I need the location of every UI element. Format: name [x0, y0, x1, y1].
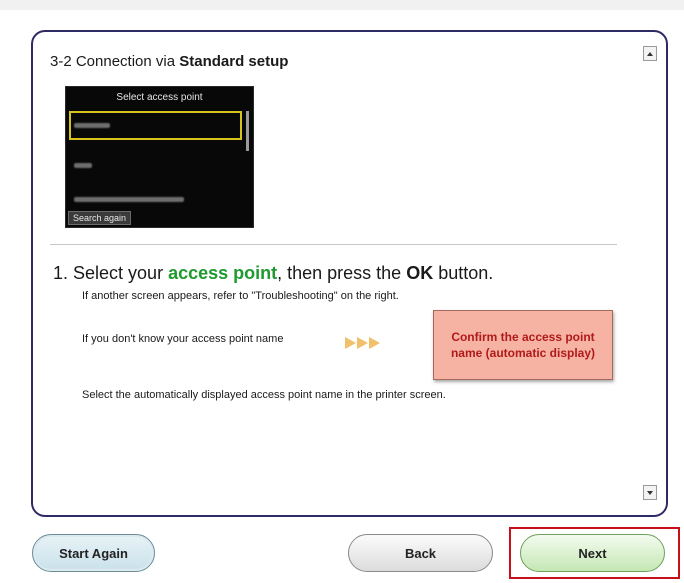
top-strip	[0, 0, 684, 10]
arrow-up-icon	[647, 51, 653, 56]
instruction-number: 1.	[53, 263, 74, 283]
instruction-mid: , then press the	[277, 263, 407, 283]
blurred-network-2	[74, 163, 92, 168]
back-button[interactable]: Back	[348, 534, 493, 572]
divider	[50, 244, 617, 245]
content-panel: 3-2 Connection via Standard setup Select…	[31, 30, 668, 517]
step-title: 3-2 Connection via Standard setup	[50, 53, 288, 70]
step-title-bold: Standard setup	[179, 53, 289, 70]
arrow-right-icon	[357, 337, 368, 349]
start-again-button[interactable]: Start Again	[32, 534, 155, 572]
instruction-post: button.	[433, 263, 494, 283]
select-note: Select the automatically displayed acces…	[82, 389, 446, 401]
access-point-highlight: access point	[168, 263, 278, 283]
instruction-pre: Select your	[73, 263, 169, 283]
printer-screen-image: Select access point Search again	[65, 86, 254, 228]
arrow-right-icon	[345, 337, 356, 349]
printer-scrollbar	[246, 111, 249, 151]
blurred-network-3	[74, 197, 184, 202]
printer-search-again: Search again	[68, 211, 132, 225]
instruction-heading: 1. Select your access point, then press …	[53, 263, 493, 284]
confirm-access-point-button[interactable]: Confirm the access point name (automatic…	[433, 310, 613, 380]
scroll-up-button[interactable]	[643, 46, 657, 61]
next-button[interactable]: Next	[520, 534, 665, 572]
arrow-right-icon	[369, 337, 380, 349]
triple-arrow-icon	[345, 337, 380, 349]
arrow-down-icon	[647, 490, 653, 495]
instruction-subtext: If another screen appears, refer to "Tro…	[82, 290, 399, 302]
ok-label: OK	[406, 263, 434, 283]
step-title-prefix: 3-2 Connection via	[50, 53, 180, 70]
printer-screen-title: Select access point	[116, 92, 203, 103]
unknown-ap-hint: If you don't know your access point name	[82, 333, 284, 345]
scroll-down-button[interactable]	[643, 485, 657, 500]
blurred-network-1	[74, 123, 110, 128]
